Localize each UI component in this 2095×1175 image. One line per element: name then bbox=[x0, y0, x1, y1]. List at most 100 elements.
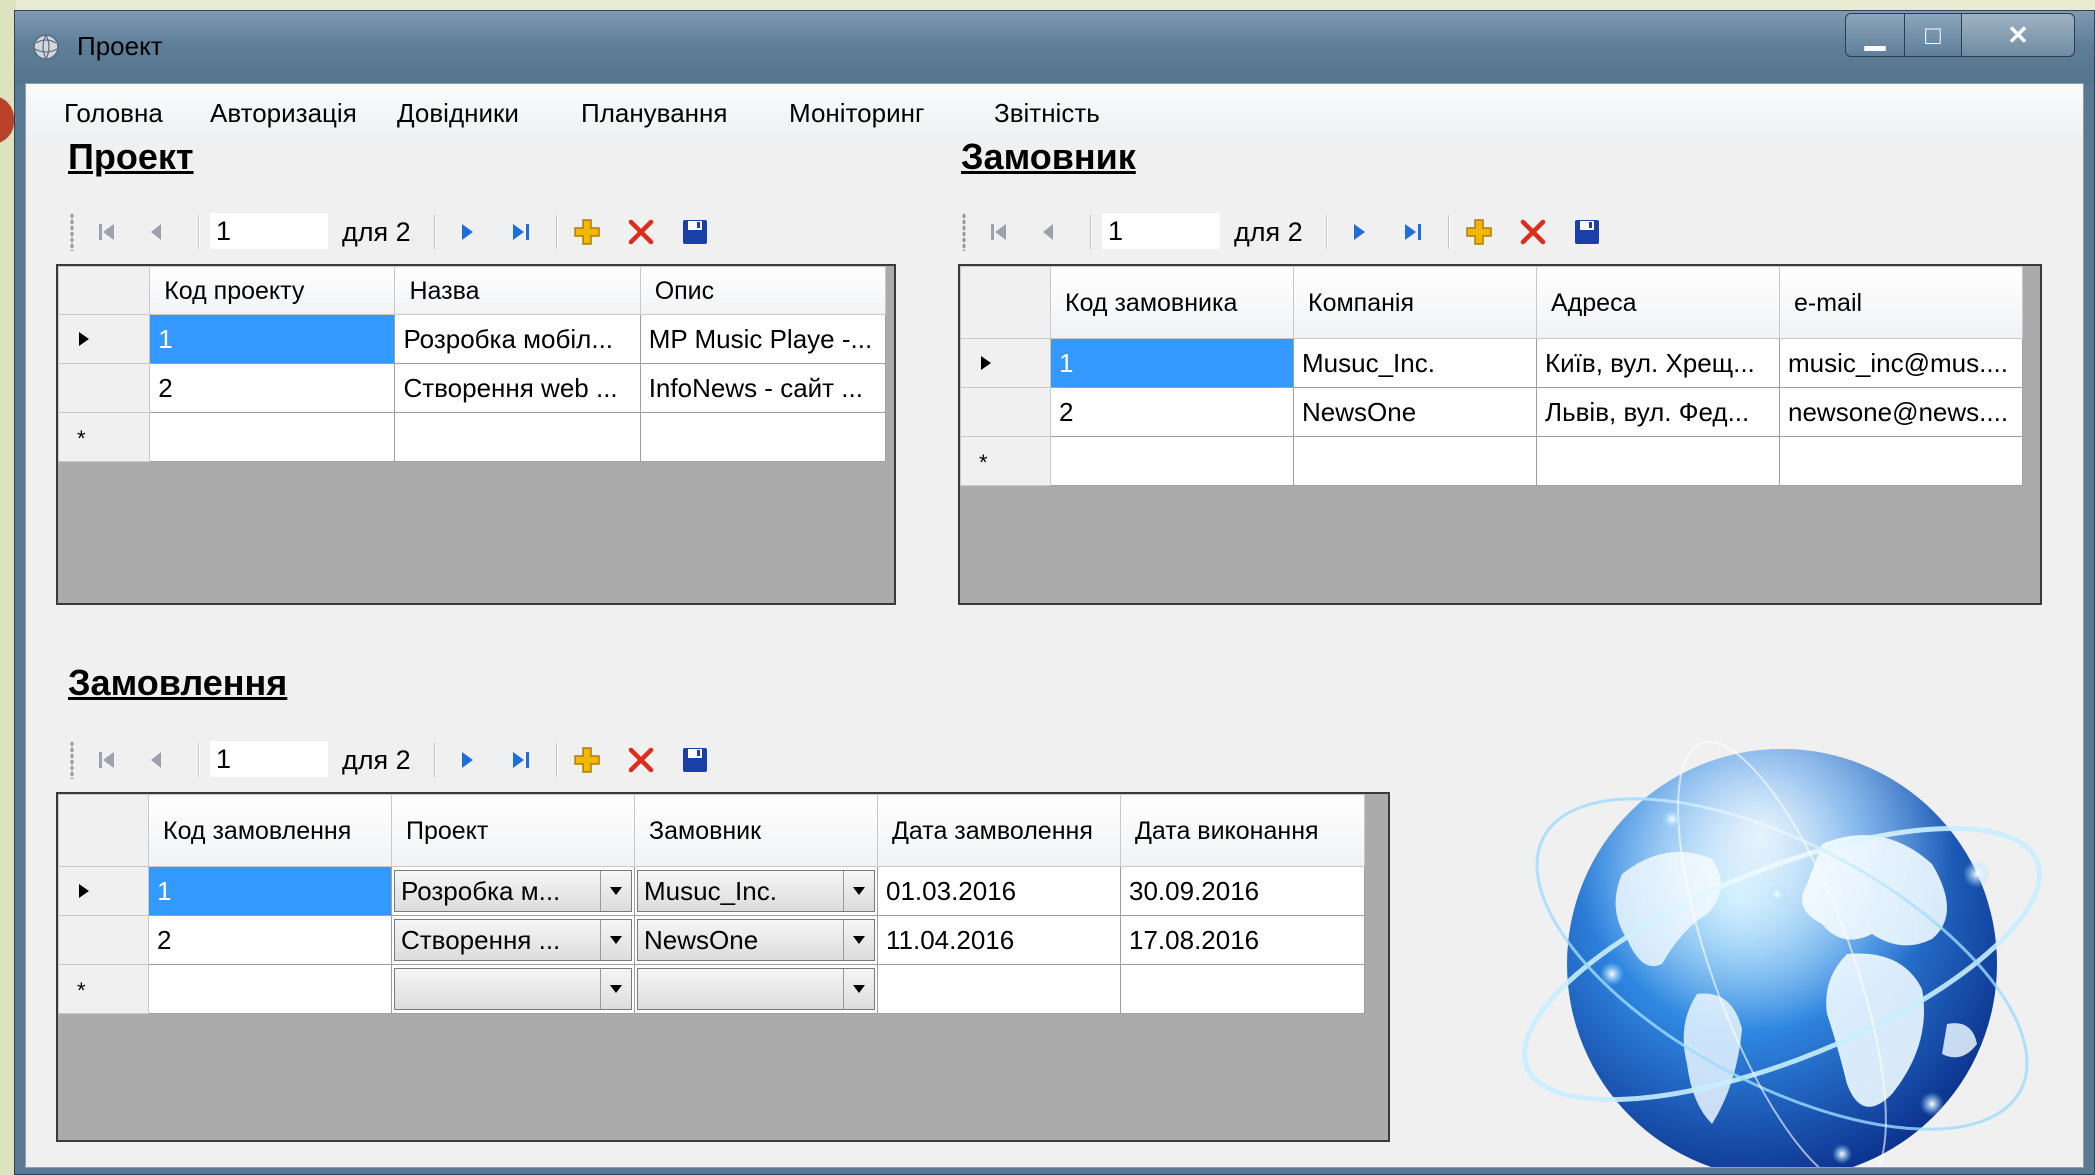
grid-cell[interactable]: 11.04.2016 bbox=[877, 915, 1121, 965]
new-row[interactable]: * bbox=[58, 964, 1365, 1014]
table-row[interactable]: 2 NewsOne Львів, вул. Фед... newsone@new… bbox=[960, 387, 2023, 437]
row-header[interactable] bbox=[58, 866, 149, 916]
row-header[interactable] bbox=[960, 338, 1051, 388]
grid-cell[interactable] bbox=[1120, 964, 1365, 1014]
customer-combo[interactable]: Musuc_Inc. bbox=[637, 870, 875, 912]
table-row[interactable]: 1 Musuc_Inc. Київ, вул. Хрещ... music_in… bbox=[960, 338, 2023, 388]
delete-button[interactable] bbox=[622, 213, 660, 251]
column-header[interactable]: Замовник bbox=[634, 794, 878, 867]
dropdown-arrow-icon[interactable] bbox=[600, 920, 631, 960]
position-input[interactable] bbox=[210, 741, 328, 777]
add-new-button[interactable] bbox=[568, 741, 606, 779]
menu-item-reports[interactable]: Звітність bbox=[994, 98, 1100, 129]
grid-cell[interactable]: InfoNews - сайт ... bbox=[639, 363, 887, 413]
move-last-button[interactable] bbox=[1394, 213, 1432, 251]
column-header[interactable]: Дата виконання bbox=[1120, 794, 1365, 867]
title-bar[interactable]: Проект ▁ □ ✕ bbox=[15, 11, 2094, 85]
delete-button[interactable] bbox=[622, 741, 660, 779]
customer-combo[interactable]: NewsOne bbox=[637, 919, 875, 961]
menu-item-planning[interactable]: Планування bbox=[581, 98, 727, 129]
move-next-button[interactable] bbox=[448, 741, 486, 779]
menu-item-main[interactable]: Головна bbox=[64, 98, 163, 129]
save-button[interactable] bbox=[676, 741, 714, 779]
grid-corner[interactable] bbox=[58, 794, 149, 867]
table-row[interactable]: 2 Створення ... NewsOne 11.04.2016 17.08… bbox=[58, 915, 1365, 965]
column-header[interactable]: e-mail bbox=[1779, 266, 2023, 339]
column-header[interactable]: Код замовлення bbox=[148, 794, 392, 867]
position-input[interactable] bbox=[1102, 213, 1220, 249]
customer-combo-cell[interactable]: Musuc_Inc. bbox=[634, 866, 878, 916]
move-next-button[interactable] bbox=[1340, 213, 1378, 251]
row-header[interactable]: * bbox=[58, 964, 149, 1014]
project-combo-cell[interactable]: Створення ... bbox=[391, 915, 635, 965]
move-first-button[interactable] bbox=[88, 213, 126, 251]
menu-item-monitoring[interactable]: Моніторинг bbox=[789, 98, 924, 129]
grid-cell[interactable] bbox=[394, 412, 641, 462]
grid-cell[interactable]: 1 bbox=[1050, 338, 1294, 388]
maximize-button[interactable]: □ bbox=[1904, 13, 1962, 57]
row-header[interactable] bbox=[58, 314, 151, 364]
grid-cell[interactable]: newsone@news.... bbox=[1779, 387, 2023, 437]
project-combo[interactable]: Розробка м... bbox=[394, 870, 632, 912]
toolbar-grip[interactable] bbox=[962, 213, 966, 251]
table-row[interactable]: 2 Створення web ... InfoNews - сайт ... bbox=[58, 363, 887, 413]
minimize-button[interactable]: ▁ bbox=[1845, 13, 1905, 57]
move-previous-button[interactable] bbox=[1030, 213, 1068, 251]
project-combo[interactable]: Створення ... bbox=[394, 919, 632, 961]
move-last-button[interactable] bbox=[502, 213, 540, 251]
grid-cell[interactable] bbox=[1536, 436, 1780, 486]
menu-item-directories[interactable]: Довідники bbox=[397, 98, 519, 129]
order-grid[interactable]: Код замовлення Проект Замовник Дата замв… bbox=[56, 792, 1390, 1142]
menu-item-authorization[interactable]: Авторизація bbox=[210, 98, 357, 129]
grid-cell[interactable]: Musuc_Inc. bbox=[1293, 338, 1537, 388]
move-previous-button[interactable] bbox=[138, 213, 176, 251]
customer-combo-cell[interactable] bbox=[634, 964, 878, 1014]
move-first-button[interactable] bbox=[88, 741, 126, 779]
move-next-button[interactable] bbox=[448, 213, 486, 251]
grid-cell[interactable]: Створення web ... bbox=[394, 363, 641, 413]
grid-cell[interactable] bbox=[1779, 436, 2023, 486]
table-row[interactable]: 1 Розробка м... Musuc_Inc. 01.03.2016 30… bbox=[58, 866, 1365, 916]
move-previous-button[interactable] bbox=[138, 741, 176, 779]
dropdown-arrow-icon[interactable] bbox=[843, 969, 874, 1009]
grid-cell[interactable]: 1 bbox=[148, 866, 392, 916]
dropdown-arrow-icon[interactable] bbox=[600, 969, 631, 1009]
close-button[interactable]: ✕ bbox=[1961, 13, 2075, 57]
delete-button[interactable] bbox=[1514, 213, 1552, 251]
grid-cell[interactable]: 01.03.2016 bbox=[877, 866, 1121, 916]
project-grid[interactable]: Код проекту Назва Опис 1 Розробка мобіл.… bbox=[56, 264, 896, 605]
grid-cell[interactable]: 2 bbox=[1050, 387, 1294, 437]
project-combo[interactable] bbox=[394, 968, 632, 1010]
toolbar-grip[interactable] bbox=[70, 741, 74, 779]
grid-cell[interactable] bbox=[877, 964, 1121, 1014]
customer-grid[interactable]: Код замовника Компанія Адреса e-mail 1 M… bbox=[958, 264, 2042, 605]
grid-cell[interactable]: music_inc@mus.... bbox=[1779, 338, 2023, 388]
grid-corner[interactable] bbox=[58, 266, 151, 315]
column-header[interactable]: Адреса bbox=[1536, 266, 1780, 339]
customer-combo[interactable] bbox=[637, 968, 875, 1010]
grid-cell[interactable]: 1 bbox=[149, 314, 396, 364]
grid-cell[interactable] bbox=[148, 964, 392, 1014]
column-header[interactable]: Назва bbox=[394, 266, 641, 315]
grid-cell[interactable] bbox=[639, 412, 887, 462]
row-header[interactable] bbox=[58, 915, 149, 965]
grid-cell[interactable]: 17.08.2016 bbox=[1120, 915, 1365, 965]
grid-corner[interactable] bbox=[960, 266, 1051, 339]
position-input[interactable] bbox=[210, 213, 328, 249]
customer-combo-cell[interactable]: NewsOne bbox=[634, 915, 878, 965]
grid-cell[interactable] bbox=[1293, 436, 1537, 486]
table-row[interactable]: 1 Розробка мобіл... MP Music Playe -... bbox=[58, 314, 887, 364]
dropdown-arrow-icon[interactable] bbox=[843, 920, 874, 960]
move-last-button[interactable] bbox=[502, 741, 540, 779]
grid-cell[interactable] bbox=[149, 412, 396, 462]
grid-cell[interactable]: 2 bbox=[149, 363, 396, 413]
dropdown-arrow-icon[interactable] bbox=[600, 871, 631, 911]
dropdown-arrow-icon[interactable] bbox=[843, 871, 874, 911]
save-button[interactable] bbox=[1568, 213, 1606, 251]
save-button[interactable] bbox=[676, 213, 714, 251]
row-header[interactable] bbox=[960, 387, 1051, 437]
row-header[interactable] bbox=[58, 363, 151, 413]
add-new-button[interactable] bbox=[568, 213, 606, 251]
new-row[interactable]: * bbox=[960, 436, 2023, 486]
move-first-button[interactable] bbox=[980, 213, 1018, 251]
